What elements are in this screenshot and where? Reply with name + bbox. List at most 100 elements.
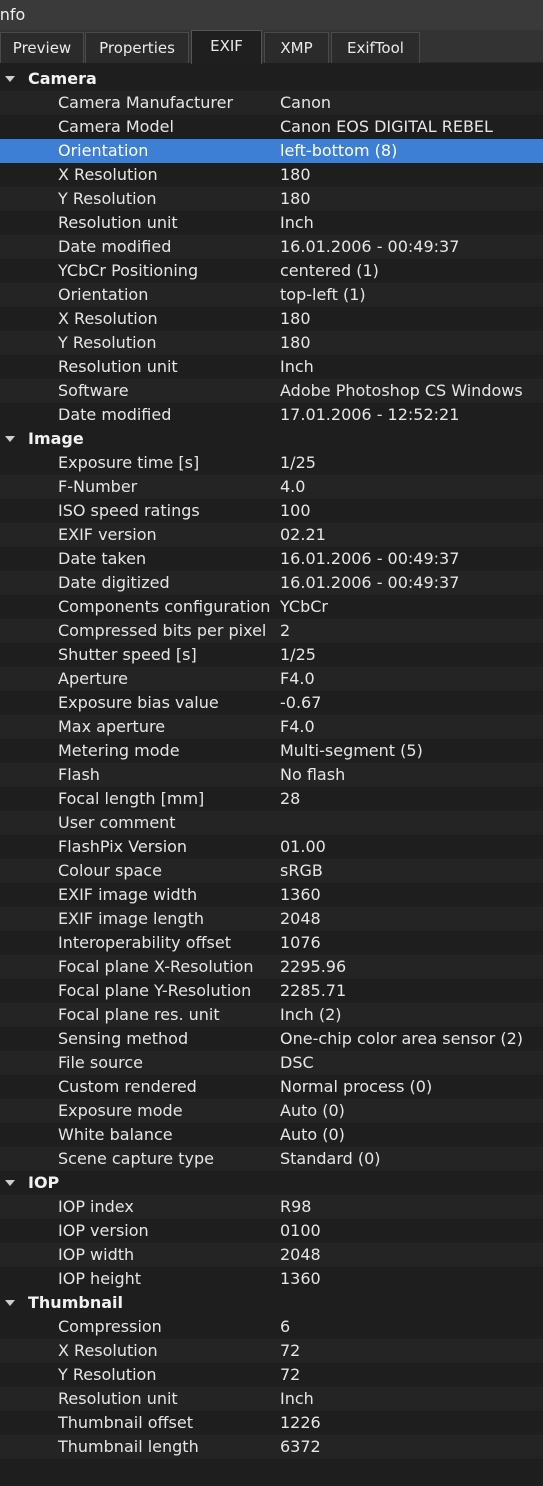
property-row[interactable]: Focal plane X-Resolution 2295.96 [0, 955, 543, 979]
property-label: Resolution unit [58, 357, 178, 376]
property-value: YCbCr [280, 597, 328, 616]
property-value: 180 [280, 309, 311, 328]
tab-exiftool[interactable]: ExifTool [331, 32, 420, 63]
property-row[interactable]: Exposure time [s] 1/25 [0, 451, 543, 475]
property-row[interactable]: Date modified 17.01.2006 - 12:52:21 [0, 403, 543, 427]
expand-arrow-icon[interactable] [5, 436, 15, 442]
property-value: F4.0 [280, 717, 315, 736]
property-row[interactable]: X Resolution 180 [0, 163, 543, 187]
property-row[interactable]: Camera Model Canon EOS DIGITAL REBEL [0, 115, 543, 139]
property-label: Aperture [58, 669, 129, 688]
property-row[interactable]: Software Adobe Photoshop CS Windows [0, 379, 543, 403]
property-value: DSC [280, 1053, 314, 1072]
property-row[interactable]: Metering mode Multi-segment (5) [0, 739, 543, 763]
property-row[interactable]: ISO speed ratings 100 [0, 499, 543, 523]
property-label: Thumbnail length [58, 1437, 199, 1456]
property-row[interactable]: Resolution unit Inch [0, 211, 543, 235]
property-label: White balance [58, 1125, 173, 1144]
property-row[interactable]: Resolution unit Inch [0, 1387, 543, 1411]
property-row[interactable]: Focal plane res. unit Inch (2) [0, 1003, 543, 1027]
property-label: X Resolution [58, 165, 158, 184]
group-header-thumbnail[interactable]: Thumbnail [0, 1291, 543, 1315]
property-value: 72 [280, 1341, 301, 1360]
property-row[interactable]: FlashPix Version 01.00 [0, 835, 543, 859]
group-header-image[interactable]: Image [0, 427, 543, 451]
property-row[interactable]: Max aperture F4.0 [0, 715, 543, 739]
property-row[interactable]: Shutter speed [s] 1/25 [0, 643, 543, 667]
property-label: Focal plane Y-Resolution [58, 981, 252, 1000]
property-label: X Resolution [58, 1341, 158, 1360]
property-row[interactable]: Y Resolution 180 [0, 187, 543, 211]
property-row[interactable]: Y Resolution 72 [0, 1363, 543, 1387]
group-name: Camera [28, 69, 97, 88]
group-header-iop[interactable]: IOP [0, 1171, 543, 1195]
property-row[interactable]: EXIF image length 2048 [0, 907, 543, 931]
property-row[interactable]: X Resolution 72 [0, 1339, 543, 1363]
property-row[interactable]: Custom rendered Normal process (0) [0, 1075, 543, 1099]
property-label: Camera Model [58, 117, 174, 136]
property-row[interactable]: Date modified 16.01.2006 - 00:49:37 [0, 235, 543, 259]
tab-xmp[interactable]: XMP [264, 32, 329, 63]
property-label: EXIF image width [58, 885, 198, 904]
property-row[interactable]: Exposure mode Auto (0) [0, 1099, 543, 1123]
property-value: F4.0 [280, 669, 315, 688]
property-label: Y Resolution [58, 189, 157, 208]
group-header-camera[interactable]: Camera [0, 67, 543, 91]
property-row[interactable]: Sensing method One-chip color area sensor… [0, 1027, 543, 1051]
expand-arrow-icon[interactable] [5, 1300, 15, 1306]
property-row[interactable]: Scene capture type Standard (0) [0, 1147, 543, 1171]
property-row[interactable]: Camera Manufacturer Canon [0, 91, 543, 115]
property-label: Software [58, 381, 129, 400]
property-label: IOP index [58, 1197, 134, 1216]
property-row[interactable]: Colour space sRGB [0, 859, 543, 883]
tab-preview[interactable]: Preview [0, 32, 84, 63]
property-row[interactable]: F-Number 4.0 [0, 475, 543, 499]
property-row[interactable]: X Resolution 180 [0, 307, 543, 331]
property-label: F-Number [58, 477, 138, 496]
expand-arrow-icon[interactable] [5, 76, 15, 82]
property-row[interactable]: Date digitized 16.01.2006 - 00:49:37 [0, 571, 543, 595]
property-row[interactable]: IOP height 1360 [0, 1267, 543, 1291]
property-row[interactable]: Compressed bits per pixel 2 [0, 619, 543, 643]
tab-exif[interactable]: EXIF [191, 30, 262, 64]
property-row[interactable]: Thumbnail length 6372 [0, 1435, 543, 1459]
property-value: 01.00 [280, 837, 326, 856]
property-value: 72 [280, 1365, 301, 1384]
property-label: Interoperability offset [58, 933, 231, 952]
property-row[interactable]: Flash No flash [0, 763, 543, 787]
property-row[interactable]: EXIF version 02.21 [0, 523, 543, 547]
property-value: 2 [280, 621, 291, 640]
property-row[interactable]: White balance Auto (0) [0, 1123, 543, 1147]
property-value: 28 [280, 789, 301, 808]
property-value: 1/25 [280, 453, 316, 472]
property-label: Orientation [58, 141, 149, 160]
property-row[interactable]: Resolution unit Inch [0, 355, 543, 379]
expand-arrow-icon[interactable] [5, 1180, 15, 1186]
property-row[interactable]: Interoperability offset 1076 [0, 931, 543, 955]
tab-properties[interactable]: Properties [85, 32, 189, 63]
property-row[interactable]: Focal length [mm] 28 [0, 787, 543, 811]
property-row[interactable]: Y Resolution 180 [0, 331, 543, 355]
property-value: 1/25 [280, 645, 316, 664]
property-label: EXIF image length [58, 909, 204, 928]
property-row[interactable]: YCbCr Positioning centered (1) [0, 259, 543, 283]
property-row[interactable]: Thumbnail offset 1226 [0, 1411, 543, 1435]
property-row[interactable]: IOP version 0100 [0, 1219, 543, 1243]
property-row[interactable]: Aperture F4.0 [0, 667, 543, 691]
property-label: Exposure bias value [58, 693, 219, 712]
property-row[interactable]: Date taken 16.01.2006 - 00:49:37 [0, 547, 543, 571]
property-row[interactable]: IOP width 2048 [0, 1243, 543, 1267]
property-row[interactable]: Components configuration YCbCr [0, 595, 543, 619]
property-label: Flash [58, 765, 100, 784]
property-row[interactable]: Focal plane Y-Resolution 2285.71 [0, 979, 543, 1003]
property-row[interactable]: File source DSC [0, 1051, 543, 1075]
property-row[interactable]: IOP index R98 [0, 1195, 543, 1219]
property-row[interactable]: EXIF image width 1360 [0, 883, 543, 907]
property-row[interactable]: Orientation top-left (1) [0, 283, 543, 307]
property-row[interactable]: Orientation left-bottom (8) [0, 139, 543, 163]
property-row[interactable]: Exposure bias value -0.67 [0, 691, 543, 715]
property-value: 17.01.2006 - 12:52:21 [280, 405, 460, 424]
property-row[interactable]: Compression 6 [0, 1315, 543, 1339]
property-label: Y Resolution [58, 1365, 157, 1384]
property-row[interactable]: User comment [0, 811, 543, 835]
